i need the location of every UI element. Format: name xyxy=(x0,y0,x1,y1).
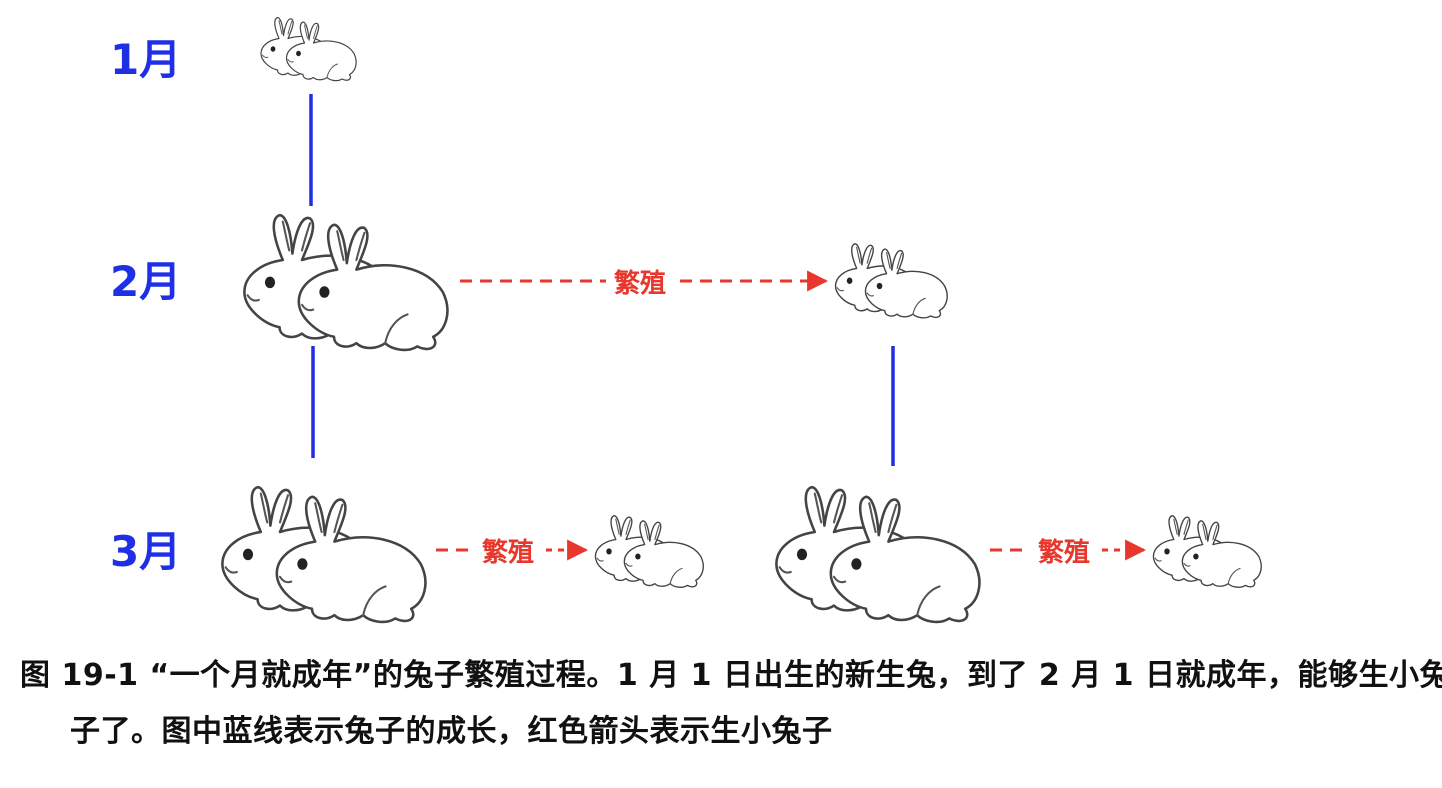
month-label-3: 3月 xyxy=(110,527,181,576)
month-label-2: 2月 xyxy=(110,257,181,306)
breed-label-feb: 繁殖 xyxy=(614,268,666,299)
rabbit-pair-newborn-feb xyxy=(836,244,948,318)
rabbit-pair-adult-mar-a xyxy=(222,487,425,622)
rabbit-pair-adult-feb xyxy=(244,215,447,350)
rabbit-pair-newborn-mar-a xyxy=(595,516,703,588)
rabbit-pair-newborn-jan xyxy=(261,18,356,81)
breed-label-mar-b: 繁殖 xyxy=(1038,537,1090,568)
rabbit-pair-newborn-mar-b xyxy=(1153,516,1261,588)
figure-caption: 图 19-1 “一个月就成年”的兔子繁殖过程。1 月 1 日出生的新生兔，到了 … xyxy=(20,658,1442,749)
month-label-1: 1月 xyxy=(110,35,181,84)
rabbit-breeding-diagram: 1月 2月 3月 繁殖 繁殖 繁殖 xyxy=(110,0,1442,640)
breed-label-mar-a: 繁殖 xyxy=(482,537,534,568)
rabbit-pair-adult-mar-b xyxy=(776,487,979,622)
